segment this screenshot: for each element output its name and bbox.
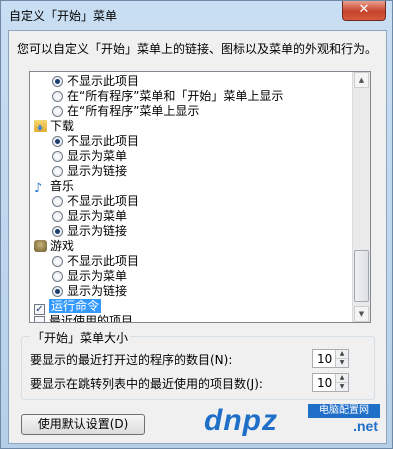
checkbox-label: 运行命令 bbox=[49, 299, 102, 313]
dialog-client: 您可以自定义「开始」菜单上的链接、图标以及菜单的外观和行为。 不显示此项目 在“… bbox=[8, 30, 387, 444]
games-header: 游戏 bbox=[34, 239, 74, 254]
radio-icon[interactable] bbox=[52, 196, 63, 207]
checkbox-label: 最近使用的项目 bbox=[49, 314, 134, 323]
customize-start-menu-dialog: 自定义「开始」菜单 ✕ 您可以自定义「开始」菜单上的链接、图标以及菜单的外观和行… bbox=[0, 0, 393, 449]
scroll-thumb[interactable] bbox=[354, 250, 369, 302]
downloads-option-2[interactable]: 显示为链接 bbox=[52, 164, 127, 179]
games-icon bbox=[34, 240, 47, 252]
scroll-down-arrow-icon[interactable]: ▼ bbox=[354, 306, 369, 322]
top-option-2[interactable]: 在“所有程序”菜单上显示 bbox=[52, 104, 199, 119]
spin-up-arrow-icon[interactable]: ▲ bbox=[336, 350, 348, 359]
downloads-header: 下载 bbox=[34, 119, 74, 134]
option-label: 显示为链接 bbox=[67, 164, 128, 178]
section-title: 游戏 bbox=[50, 239, 75, 253]
spin-down-arrow-icon[interactable]: ▼ bbox=[336, 359, 348, 367]
dialog-description: 您可以自定义「开始」菜单上的链接、图标以及菜单的外观和行为。 bbox=[17, 42, 378, 56]
radio-icon[interactable] bbox=[52, 286, 63, 297]
spinner-buttons: ▲ ▼ bbox=[335, 350, 348, 367]
watermark-logo: dnpz 电脑配置网 .net bbox=[204, 404, 380, 438]
title-bar[interactable]: 自定义「开始」菜单 ✕ bbox=[1, 1, 392, 29]
section-title: 下载 bbox=[50, 119, 75, 133]
option-label: 显示为链接 bbox=[67, 224, 128, 238]
jump-list-spinner[interactable]: 10 ▲ ▼ bbox=[312, 373, 349, 392]
scroll-up-arrow-icon[interactable]: ▲ bbox=[354, 72, 369, 88]
watermark-tag: 电脑配置网 bbox=[308, 404, 380, 418]
radio-icon[interactable] bbox=[52, 91, 63, 102]
folder-icon bbox=[34, 120, 47, 132]
games-option-0[interactable]: 不显示此项目 bbox=[52, 254, 139, 269]
watermark-suffix: .net bbox=[353, 418, 378, 434]
option-label: 显示为链接 bbox=[67, 284, 128, 298]
option-label: 在“所有程序”菜单和「开始」菜单上显示 bbox=[67, 89, 284, 103]
radio-icon[interactable] bbox=[52, 106, 63, 117]
option-label: 显示为菜单 bbox=[67, 149, 128, 163]
recent-programs-spinner[interactable]: 10 ▲ ▼ bbox=[312, 349, 349, 368]
music-note-icon: ♪ bbox=[34, 181, 43, 196]
option-label: 显示为菜单 bbox=[67, 269, 128, 283]
radio-icon[interactable] bbox=[52, 211, 63, 222]
downloads-option-1[interactable]: 显示为菜单 bbox=[52, 149, 127, 164]
spinner-value[interactable]: 10 bbox=[317, 352, 332, 366]
radio-icon[interactable] bbox=[52, 226, 63, 237]
spinner-value[interactable]: 10 bbox=[317, 376, 332, 390]
start-menu-options-list[interactable]: 不显示此项目 在“所有程序”菜单和「开始」菜单上显示 在“所有程序”菜单上显示 … bbox=[29, 71, 371, 323]
top-option-0[interactable]: 不显示此项目 bbox=[52, 74, 139, 89]
watermark-main: dnpz bbox=[204, 404, 278, 437]
section-title: 音乐 bbox=[50, 179, 75, 193]
music-header: ♪ 音乐 bbox=[34, 179, 75, 196]
option-label: 不显示此项目 bbox=[67, 74, 140, 88]
downloads-option-0[interactable]: 不显示此项目 bbox=[52, 134, 139, 149]
recent-items-item[interactable]: 最近使用的项目 bbox=[34, 314, 134, 323]
recent-programs-label: 要显示的最近打开过的程序的数目(N): bbox=[30, 353, 233, 367]
vertical-scrollbar[interactable]: ▲ ▼ bbox=[352, 72, 370, 322]
option-label: 显示为菜单 bbox=[67, 209, 128, 223]
spin-up-arrow-icon[interactable]: ▲ bbox=[336, 374, 348, 383]
radio-icon[interactable] bbox=[52, 136, 63, 147]
radio-icon[interactable] bbox=[52, 151, 63, 162]
checkbox-icon[interactable] bbox=[34, 316, 45, 322]
music-option-0[interactable]: 不显示此项目 bbox=[52, 194, 139, 209]
option-label: 不显示此项目 bbox=[67, 194, 140, 208]
jump-list-label: 要显示在跳转列表中的最近使用的项目数(J): bbox=[30, 377, 263, 391]
music-option-1[interactable]: 显示为菜单 bbox=[52, 209, 127, 224]
window-title: 自定义「开始」菜单 bbox=[9, 9, 118, 23]
spin-down-arrow-icon[interactable]: ▼ bbox=[336, 383, 348, 391]
option-label: 不显示此项目 bbox=[67, 134, 140, 148]
option-label: 在“所有程序”菜单上显示 bbox=[67, 104, 200, 118]
radio-icon[interactable] bbox=[52, 166, 63, 177]
spinner-buttons: ▲ ▼ bbox=[335, 374, 348, 391]
music-option-2[interactable]: 显示为链接 bbox=[52, 224, 127, 239]
run-command-item[interactable]: ✓ 运行命令 bbox=[34, 299, 102, 315]
start-menu-size-group: 「开始」菜单大小 要显示的最近打开过的程序的数目(N): 10 ▲ ▼ 要显示在… bbox=[21, 329, 375, 400]
close-icon: ✕ bbox=[358, 2, 370, 17]
option-label: 不显示此项目 bbox=[67, 254, 140, 268]
radio-icon[interactable] bbox=[52, 271, 63, 282]
top-option-1[interactable]: 在“所有程序”菜单和「开始」菜单上显示 bbox=[52, 89, 283, 104]
use-default-settings-button[interactable]: 使用默认设置(D) bbox=[21, 414, 145, 435]
radio-icon[interactable] bbox=[52, 256, 63, 267]
options-rows: 不显示此项目 在“所有程序”菜单和「开始」菜单上显示 在“所有程序”菜单上显示 … bbox=[30, 72, 350, 322]
radio-icon[interactable] bbox=[52, 76, 63, 87]
games-option-2[interactable]: 显示为链接 bbox=[52, 284, 127, 299]
group-legend: 「开始」菜单大小 bbox=[30, 329, 131, 346]
close-button[interactable]: ✕ bbox=[342, 1, 386, 21]
games-option-1[interactable]: 显示为菜单 bbox=[52, 269, 127, 284]
